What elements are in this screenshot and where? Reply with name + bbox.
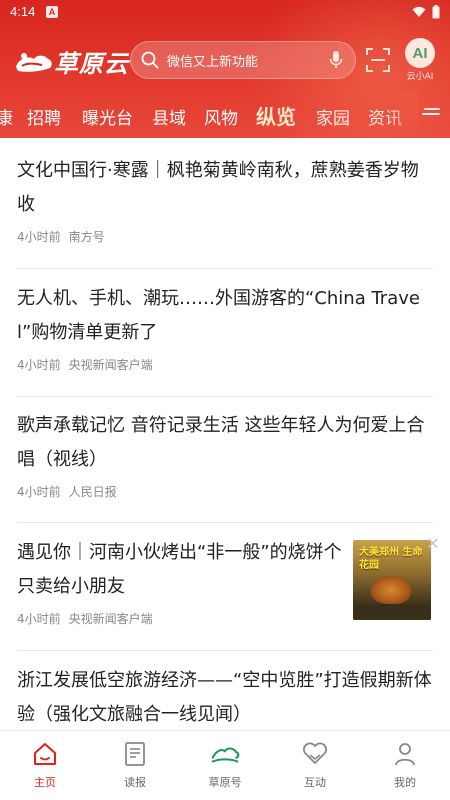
notification-app-icon: A [46, 6, 58, 18]
battery-icon [432, 5, 440, 19]
app-logo[interactable]: 草原云 [12, 44, 129, 79]
tab-channel[interactable]: 家园 [316, 104, 350, 129]
scan-icon [366, 48, 390, 72]
status-bar: 4:14 A [0, 0, 450, 24]
news-item-with-thumbnail[interactable]: 遇见你｜河南小伙烤出“非一般”的烧饼个只卖给小朋友 4小时前 央视新闻客户端 大美… [17, 536, 440, 651]
divider [17, 522, 433, 523]
news-list: 文化中国行·寒露｜枫艳菊黄岭南秋，蔗熟姜香岁物收 4小时前 南方号 无人机、手机、… [0, 138, 450, 730]
news-item[interactable]: 歌声承载记忆 音符记录生活 这些年轻人为何爱上合唱（视线） 4小时前 人民日报 [17, 409, 435, 523]
newspaper-icon [120, 739, 150, 769]
ai-assistant-icon: AI [405, 38, 435, 68]
grassland-icon [210, 739, 240, 769]
tab-channel[interactable]: 县域 [152, 104, 186, 129]
home-icon [30, 739, 60, 769]
tab-channel[interactable]: 康 [0, 104, 13, 129]
bottom-nav: 主页 读报 草原号 互动 我的 [0, 730, 450, 800]
status-time: 4:14 [10, 4, 36, 19]
nav-label: 草原号 [208, 776, 242, 789]
wifi-icon [412, 6, 426, 17]
divider [17, 268, 433, 269]
search-placeholder: 微信又上新功能 [167, 54, 259, 70]
app-header: 4:14 A 草原云 微信又上新功能 AI 云小AI 康 招聘 曝光台 县域 风… [0, 0, 450, 138]
top-bar: 草原云 微信又上新功能 AI 云小AI [0, 38, 450, 84]
nav-label: 主页 [34, 776, 56, 789]
news-title[interactable]: 浙江发展低空旅游经济——“空中览胜”打造假期新体验（强化文旅融合一线见闻） [17, 664, 435, 730]
news-source: 央视新闻客户端 [68, 612, 153, 626]
nav-newspaper[interactable]: 读报 [105, 739, 165, 790]
status-indicators [412, 5, 440, 19]
thumbnail-tree [371, 576, 411, 604]
news-item[interactable]: 浙江发展低空旅游经济——“空中览胜”打造假期新体验（强化文旅融合一线见闻） [17, 664, 435, 730]
news-source: 南方号 [68, 230, 105, 244]
news-item[interactable]: 文化中国行·寒露｜枫艳菊黄岭南秋，蔗熟姜香岁物收 4小时前 南方号 [17, 154, 435, 269]
more-channels-icon[interactable] [422, 108, 440, 120]
thumbnail-ground [353, 604, 431, 620]
news-thumbnail[interactable]: 大美郑州 生命花园 [353, 540, 431, 620]
tab-channel[interactable]: 资讯 [368, 104, 402, 129]
nav-profile[interactable]: 我的 [375, 739, 435, 790]
thumbnail-caption: 大美郑州 生命花园 [359, 547, 423, 571]
ai-assistant-label: 云小AI [406, 72, 434, 82]
news-time: 4小时前 [17, 485, 61, 499]
news-source: 人民日报 [68, 485, 117, 499]
nav-grassland[interactable]: 草原号 [195, 739, 255, 790]
news-title[interactable]: 遇见你｜河南小伙烤出“非一般”的烧饼个只卖给小朋友 [17, 536, 351, 604]
nav-label: 互动 [304, 776, 326, 789]
nav-label: 读报 [124, 776, 146, 789]
tab-channel[interactable]: 风物 [204, 104, 238, 129]
tab-channel-active[interactable]: 纵览 [256, 101, 296, 130]
news-source: 央视新闻客户端 [68, 358, 153, 372]
news-item[interactable]: 无人机、手机、潮玩……外国游客的“China Travel”购物清单更新了 4小… [17, 282, 435, 397]
news-meta: 4小时前 人民日报 [17, 483, 435, 500]
interact-heart-icon [300, 739, 330, 769]
news-title[interactable]: 无人机、手机、潮玩……外国游客的“China Travel”购物清单更新了 [17, 282, 435, 350]
news-title[interactable]: 文化中国行·寒露｜枫艳菊黄岭南秋，蔗熟姜香岁物收 [17, 154, 435, 222]
tabs-fade [388, 92, 418, 136]
tab-channel[interactable]: 曝光台 [82, 104, 133, 129]
nav-interact[interactable]: 互动 [285, 739, 345, 790]
tab-channel[interactable]: 招聘 [27, 104, 61, 129]
close-icon[interactable]: ✕ [425, 536, 441, 552]
search-icon [141, 51, 159, 69]
divider [17, 396, 433, 397]
ai-assistant-button[interactable]: AI 云小AI [400, 38, 440, 82]
search-bar[interactable]: 微信又上新功能 [130, 41, 356, 79]
mic-icon[interactable] [329, 50, 343, 70]
news-title[interactable]: 歌声承载记忆 音符记录生活 这些年轻人为何爱上合唱（视线） [17, 409, 435, 477]
scan-button[interactable] [364, 46, 392, 74]
logo-text: 草原云 [54, 49, 129, 78]
news-time: 4小时前 [17, 612, 61, 626]
news-meta: 4小时前 南方号 [17, 228, 435, 245]
nav-home[interactable]: 主页 [15, 739, 75, 790]
profile-icon [390, 739, 420, 769]
nav-label: 我的 [394, 776, 416, 789]
channel-tabs: 康 招聘 曝光台 县域 风物 纵览 家园 资讯 [0, 92, 450, 136]
logo-cloud-icon [16, 52, 52, 72]
news-meta: 4小时前 央视新闻客户端 [17, 356, 435, 373]
divider [17, 650, 433, 651]
news-time: 4小时前 [17, 230, 61, 244]
news-time: 4小时前 [17, 358, 61, 372]
